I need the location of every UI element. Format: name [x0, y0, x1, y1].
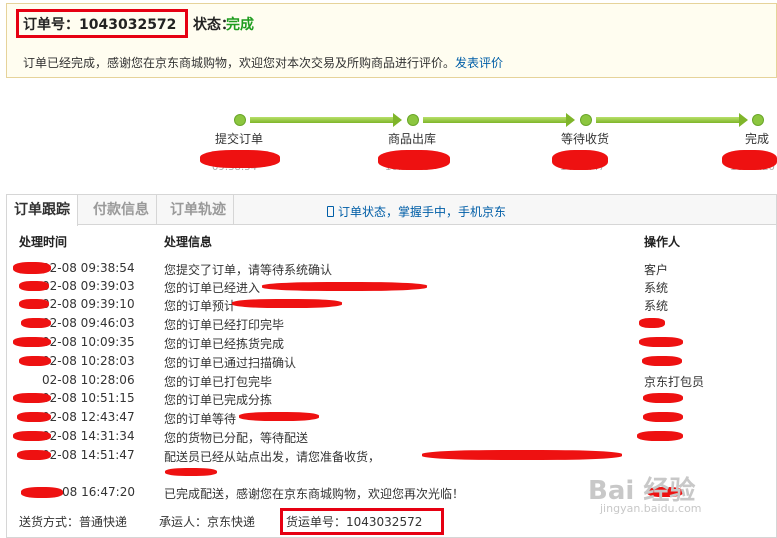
row-time: 02-08 09:39:03	[42, 279, 135, 293]
redaction-mark	[642, 356, 682, 366]
row-time: 02-08 14:31:34	[42, 429, 135, 443]
mobile-app-link[interactable]: 订单状态，掌握手中，手机京东	[327, 203, 506, 220]
redaction-mark	[232, 299, 342, 308]
row-time: 02-08 10:09:35	[42, 335, 135, 349]
redaction-mark	[21, 318, 51, 328]
row-info: 您的订单预计	[164, 299, 237, 313]
column-header-info: 处理信息	[164, 235, 213, 249]
progress-step-label: 提交订单	[215, 132, 264, 146]
mobile-app-link-text: 订单状态，掌握手中，手机京东	[338, 205, 507, 219]
mobile-phone-icon	[327, 206, 334, 217]
row-operator: 系统	[644, 299, 669, 313]
order-progress: 提交订单 商品出库 等待收货 完成 09:38:54 10:51:15 14:5…	[0, 110, 777, 180]
redaction-mark	[639, 337, 683, 347]
redaction-mark	[165, 468, 217, 476]
row-time: 02-08 10:28:03	[42, 354, 135, 368]
row-time: 02-08 10:28:06	[42, 373, 135, 387]
row-info: 您的订单已经进入	[164, 281, 261, 295]
column-header-time: 处理时间	[19, 235, 68, 249]
progress-arrow	[250, 113, 402, 127]
row-info: 您的订单已经打印完毕	[164, 318, 285, 332]
redaction-mark	[19, 356, 51, 366]
row-time: 02-08 09:46:03	[42, 316, 135, 330]
review-link[interactable]: 发表评价	[455, 56, 503, 70]
tab-order-tracking[interactable]: 订单跟踪	[7, 195, 78, 226]
row-info: 您的订单已经拣货完成	[164, 337, 285, 351]
watermark-url: jingyan.baidu.com	[600, 502, 702, 515]
row-time: 02-08 12:43:47	[42, 410, 135, 424]
redaction-mark	[19, 281, 49, 291]
row-operator: 系统	[644, 281, 669, 295]
thanks-message: 订单已经完成，感谢您在京东商城购物，欢迎您对本次交易及所购商品进行评价。发表评价	[23, 54, 503, 71]
redaction-mark	[422, 450, 622, 460]
redaction-mark	[239, 412, 319, 421]
row-info: 配送员已经从站点出发，请您准备收货，	[164, 450, 381, 464]
tab-order-trajectory[interactable]: 订单轨迹	[163, 195, 234, 225]
carrier: 承运人：京东快递	[159, 515, 256, 529]
table-row: 02-08 09:38:54 您提交了订单，请等待系统确认 客户	[7, 261, 776, 279]
order-header: 订单号：1043032572 状态： 完成 订单已经完成，感谢您在京东商城购物，…	[6, 3, 777, 78]
row-info: 您的订单已打包完毕	[164, 375, 273, 389]
redaction-mark	[637, 431, 683, 441]
row-time: 02-08 14:51:47	[42, 448, 135, 462]
progress-step-label: 等待收货	[561, 132, 610, 146]
tab-bar: 订单跟踪 付款信息 订单轨迹 订单状态，掌握手中，手机京东	[7, 195, 776, 226]
redaction-mark	[262, 282, 427, 291]
redaction-mark	[13, 393, 51, 403]
redaction-mark	[643, 393, 683, 403]
row-info: 您提交了订单，请等待系统确认	[164, 263, 333, 277]
progress-dot	[580, 114, 592, 126]
progress-arrow	[596, 113, 748, 127]
redaction-mark	[19, 299, 49, 309]
redaction-mark	[639, 318, 665, 328]
redaction-mark	[552, 150, 608, 170]
row-info: 您的订单已通过扫描确认	[164, 356, 297, 370]
redaction-mark	[13, 431, 51, 441]
redaction-mark	[378, 150, 450, 170]
redaction-mark	[200, 150, 280, 168]
table-row: 02-08 09:39:10 您的订单预计 系统	[7, 297, 776, 315]
redaction-mark	[13, 337, 51, 347]
row-time: 08 16:47:20	[62, 485, 135, 499]
row-operator: 京东打包员	[644, 375, 705, 389]
row-info: 您的订单等待	[164, 412, 237, 426]
redaction-mark	[17, 412, 51, 422]
redaction-mark	[643, 412, 683, 422]
redaction-mark	[722, 150, 777, 170]
row-operator: 客户	[644, 263, 669, 277]
waybill-highlight	[280, 508, 444, 535]
table-row: 02-08 14:51:47 配送员已经从站点出发，请您准备收货，	[7, 448, 776, 466]
progress-arrow	[423, 113, 575, 127]
row-time: 02-08 09:39:10	[42, 297, 135, 311]
status-value: 完成	[226, 17, 254, 33]
redaction-mark	[13, 262, 51, 274]
row-time: 02-08 09:38:54	[42, 261, 135, 275]
redaction-mark	[17, 450, 51, 460]
row-info: 您的货物已分配，等待配送	[164, 431, 309, 445]
order-number: 订单号：1043032572	[23, 17, 177, 33]
column-header-operator: 操作人	[644, 235, 681, 249]
progress-dot	[407, 114, 419, 126]
row-info: 已完成配送，感谢您在京东商城购物，欢迎您再次光临！	[164, 487, 465, 501]
tab-payment-info[interactable]: 付款信息	[86, 195, 157, 225]
row-info: 您的订单已完成分拣	[164, 393, 273, 407]
progress-step-label: 完成	[745, 132, 770, 146]
redaction-mark	[21, 487, 63, 498]
thanks-text: 订单已经完成，感谢您在京东商城购物，欢迎您对本次交易及所购商品进行评价。	[23, 56, 456, 70]
table-row: 02-08 10:28:06 您的订单已打包完毕 京东打包员	[7, 373, 776, 391]
progress-dot	[752, 114, 764, 126]
progress-step-label: 商品出库	[388, 132, 437, 146]
progress-dot	[234, 114, 246, 126]
row-time: 02-08 10:51:15	[42, 391, 135, 405]
ship-method: 送货方式：普通快递	[19, 515, 128, 529]
